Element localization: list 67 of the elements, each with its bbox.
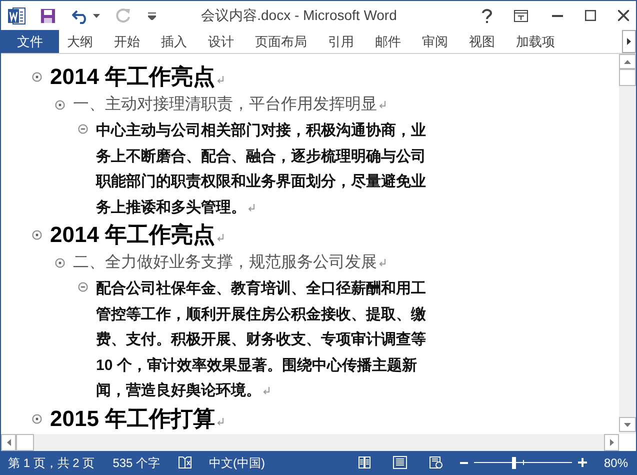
expand-dot-icon[interactable] (32, 414, 42, 424)
ribbon-tab[interactable]: 引用 (320, 30, 362, 53)
ribbon-tab[interactable]: 页面布局 (247, 30, 315, 53)
left-arrow-icon (6, 439, 10, 446)
scroll-right-button[interactable] (604, 434, 619, 451)
ribbon-display-icon[interactable] (514, 10, 528, 22)
scroll-down-button[interactable] (619, 417, 636, 432)
proofing-book-icon[interactable] (178, 456, 192, 469)
zoom-slider-thumb[interactable] (512, 456, 516, 468)
maximize-icon[interactable] (585, 10, 596, 21)
save-icon[interactable] (40, 8, 56, 24)
tab-scroll-button[interactable] (622, 30, 636, 53)
horizontal-scrollbar[interactable] (1, 434, 619, 451)
body-paragraph: 配合公司社保年金、教育培训、全口径薪酬和用工管控等工作，顺利开展住房公积金接收、提取、缴费、支付。积极开展、财务收支、专项审计调查等 10 个，审计效率效果显著。围绕中心传播主题新闻，营造良好舆论环境。 (96, 278, 427, 401)
outline-subheading: 二、全力做好业务支撑，规范服务公司发展 (73, 250, 386, 276)
body-paragraph: 中心主动与公司相关部门对接，积极沟通协商，业务上不断磨合、配合、融合，逐步梳理明确与公司职能部门的职责权限和业务界面划分，尽量避免业务上推诿和多头管理。 (96, 120, 427, 218)
ribbon-tab[interactable]: 插入 (153, 30, 195, 53)
expand-dot-icon[interactable] (32, 72, 42, 82)
zoom-in-icon[interactable] (578, 458, 587, 467)
up-arrow-icon (624, 60, 631, 64)
close-icon[interactable] (618, 10, 629, 21)
page-count[interactable]: 第 1 页，共 2 页 (8, 454, 95, 472)
ribbon-tab[interactable]: 大纲 (59, 30, 101, 53)
ribbon-tab[interactable]: 加载项 (508, 30, 563, 53)
outline-heading: 2014 年工作亮点 (50, 62, 224, 92)
web-layout-icon[interactable] (428, 456, 443, 469)
zoom-level[interactable]: 80% (604, 454, 628, 472)
ribbon-tab[interactable]: 设计 (200, 30, 242, 53)
caret-icon[interactable] (93, 14, 100, 18)
ribbon-tab[interactable]: 审阅 (414, 30, 456, 53)
vertical-scrollbar[interactable] (619, 54, 636, 434)
expand-dot-icon[interactable] (55, 258, 65, 268)
print-layout-icon[interactable] (392, 456, 407, 469)
file-tab[interactable]: 文件 (1, 30, 59, 53)
scroll-thumb[interactable] (619, 69, 636, 86)
collapse-minus-icon[interactable] (78, 124, 88, 134)
word-count[interactable]: 535 个字 (112, 454, 160, 472)
scroll-thumb[interactable] (16, 434, 34, 451)
ribbon-tab[interactable]: 邮件 (367, 30, 409, 53)
paragraph-mark-icon (263, 387, 270, 395)
language-indicator[interactable]: 中文(中国) (209, 454, 266, 472)
paragraph-mark-icon (379, 259, 386, 267)
scroll-up-button[interactable] (619, 54, 636, 69)
paragraph-mark-icon (217, 234, 224, 242)
ribbon-tab[interactable]: 开始 (106, 30, 148, 53)
zoom-slider[interactable] (474, 456, 572, 468)
paragraph-mark-icon (217, 76, 224, 84)
collapse-minus-icon[interactable] (78, 282, 88, 292)
expand-dot-icon[interactable] (32, 230, 42, 240)
paragraph-mark-icon (217, 418, 224, 426)
down-arrow-icon (624, 422, 631, 426)
ribbon-tab[interactable]: 视图 (461, 30, 503, 53)
window-title: 会议内容.docx - Microsoft Word (201, 6, 397, 25)
right-arrow-icon (610, 439, 614, 446)
paragraph-mark-icon (248, 204, 255, 212)
word-logo-icon[interactable] (8, 6, 26, 24)
right-arrow-icon (627, 38, 631, 45)
paragraph-mark-icon (379, 101, 386, 109)
scroll-left-button[interactable] (1, 434, 16, 451)
help-icon[interactable] (482, 8, 492, 22)
customize-icon[interactable] (148, 12, 156, 20)
outline-heading: 2014 年工作亮点 (50, 220, 224, 250)
outline-heading: 2015 年工作打算 (50, 404, 224, 434)
expand-dot-icon[interactable] (55, 100, 65, 110)
read-mode-icon[interactable] (358, 456, 371, 469)
outline-subheading: 一、主动对接理清职责，平台作用发挥明显 (73, 92, 386, 118)
minimize-icon[interactable] (552, 14, 563, 16)
